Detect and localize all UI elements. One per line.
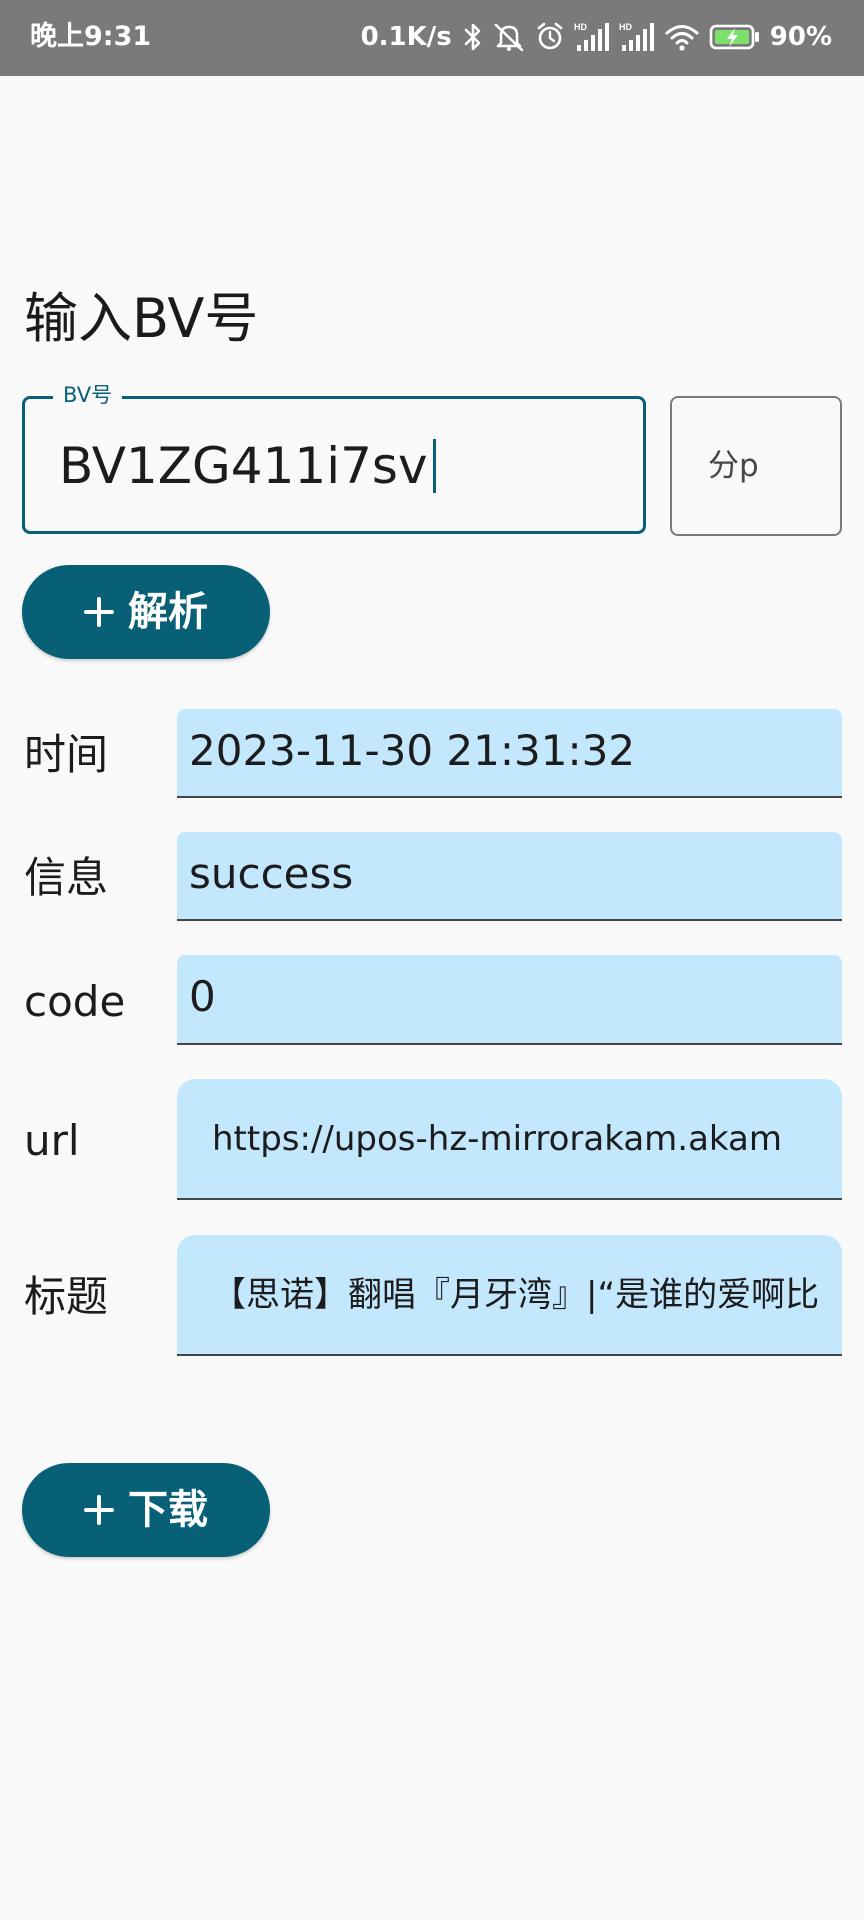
download-button[interactable]: 下载 bbox=[22, 1463, 270, 1557]
parse-button[interactable]: 解析 bbox=[22, 565, 270, 659]
battery-charging-icon bbox=[709, 22, 761, 52]
code-field[interactable]: 0 bbox=[177, 955, 842, 1045]
svg-text:HD: HD bbox=[619, 22, 632, 32]
info-field[interactable]: success bbox=[177, 832, 842, 921]
code-label: code bbox=[24, 977, 126, 1026]
url-value: https://upos-hz-mirrorakam.akam bbox=[212, 1119, 782, 1159]
download-button-label: 下载 bbox=[128, 1487, 208, 1533]
time-value: 2023-11-30 21:31:32 bbox=[189, 726, 636, 775]
parse-button-label: 解析 bbox=[128, 589, 208, 635]
info-value: success bbox=[189, 849, 354, 898]
url-field[interactable]: https://upos-hz-mirrorakam.akam bbox=[177, 1079, 842, 1200]
battery-percent: 90% bbox=[769, 22, 832, 52]
video-title-value: 【思诺】翻唱『月牙湾』|“是谁的爱啊比 bbox=[212, 1275, 820, 1315]
wifi-icon bbox=[664, 22, 700, 52]
code-value: 0 bbox=[189, 972, 216, 1021]
bv-input-label: BV号 bbox=[53, 379, 123, 411]
part-input-field[interactable]: 分p bbox=[670, 396, 842, 536]
video-title-label: 标题 bbox=[24, 1272, 109, 1321]
video-title-field[interactable]: 【思诺】翻唱『月牙湾』|“是谁的爱啊比 bbox=[177, 1235, 842, 1356]
alarm-icon bbox=[535, 22, 565, 52]
time-field[interactable]: 2023-11-30 21:31:32 bbox=[177, 709, 842, 798]
time-label: 时间 bbox=[24, 730, 109, 779]
info-label: 信息 bbox=[24, 853, 109, 902]
status-icons: 0.1K/s HD HD 90% bbox=[361, 18, 832, 56]
bluetooth-icon bbox=[463, 22, 483, 52]
bv-input-field[interactable]: BV号 BV1ZG411i7sv bbox=[22, 379, 646, 534]
url-label: url bbox=[24, 1116, 80, 1165]
page-title: 输入BV号 bbox=[24, 287, 259, 350]
signal-hd-icon: HD bbox=[619, 21, 655, 53]
network-speed: 0.1K/s bbox=[360, 22, 452, 52]
text-cursor bbox=[432, 439, 436, 493]
plus-icon bbox=[84, 597, 114, 627]
bv-input-text: BV1ZG411i7sv bbox=[59, 437, 428, 495]
signal-hd-icon: HD bbox=[574, 21, 610, 53]
bv-input-value[interactable]: BV1ZG411i7sv bbox=[59, 435, 436, 497]
svg-text:HD: HD bbox=[574, 22, 587, 32]
status-time: 晚上9:31 bbox=[30, 21, 152, 52]
mute-icon bbox=[492, 21, 526, 53]
status-bar: 晚上9:31 0.1K/s HD HD 90% bbox=[0, 0, 864, 76]
plus-icon bbox=[84, 1495, 114, 1525]
part-input-placeholder: 分p bbox=[708, 448, 759, 484]
